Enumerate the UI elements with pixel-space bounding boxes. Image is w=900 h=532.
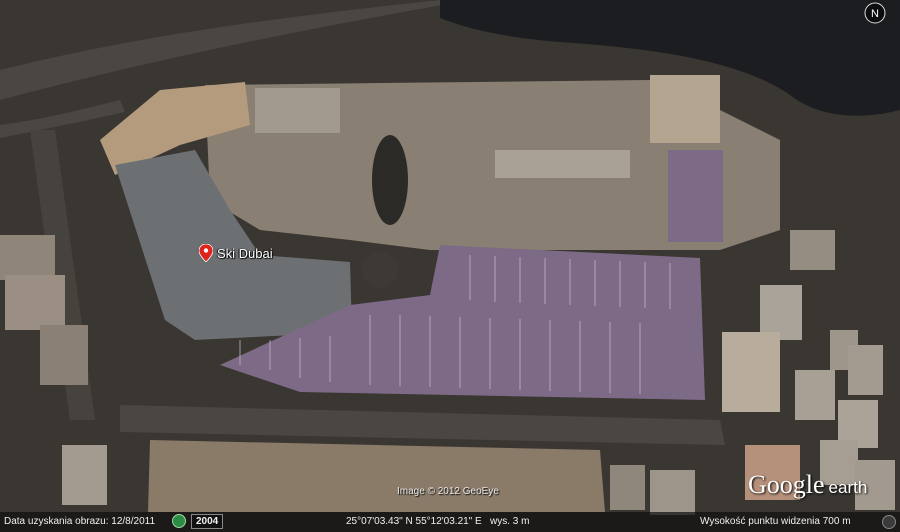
coordinates-readout: 25°07'03.43" N 55°12'03.21" E <box>346 516 482 527</box>
compass-north-label: N <box>871 8 879 20</box>
satellite-imagery <box>0 0 900 532</box>
ski-dubai-placemark[interactable]: Ski Dubai <box>199 244 273 262</box>
eye-altitude-readout: Wysokość punktu widzenia 700 m <box>700 516 851 527</box>
logo-word-google: Google <box>748 470 825 499</box>
satellite-map-view[interactable]: Ski Dubai N Image © 2012 GeoEye Google ea… <box>0 0 900 532</box>
historical-year-button[interactable]: 2004 <box>191 514 224 529</box>
status-scroll-icon[interactable] <box>882 515 896 529</box>
elevation-readout: wys. 3 m <box>490 516 530 527</box>
placemark-label: Ski Dubai <box>217 245 273 261</box>
imagery-date: Data uzyskania obrazu: 12/8/2011 <box>4 516 156 527</box>
compass-icon[interactable]: N <box>864 2 886 24</box>
historical-imagery-clock-icon[interactable] <box>172 514 186 528</box>
status-bar: Data uzyskania obrazu: 12/8/2011 2004 25… <box>0 512 900 532</box>
imagery-credit: Image © 2012 GeoEye <box>397 486 499 497</box>
red-pin-icon <box>199 244 213 262</box>
google-earth-logo: Google earth <box>748 470 867 500</box>
logo-word-earth: earth <box>828 478 868 497</box>
